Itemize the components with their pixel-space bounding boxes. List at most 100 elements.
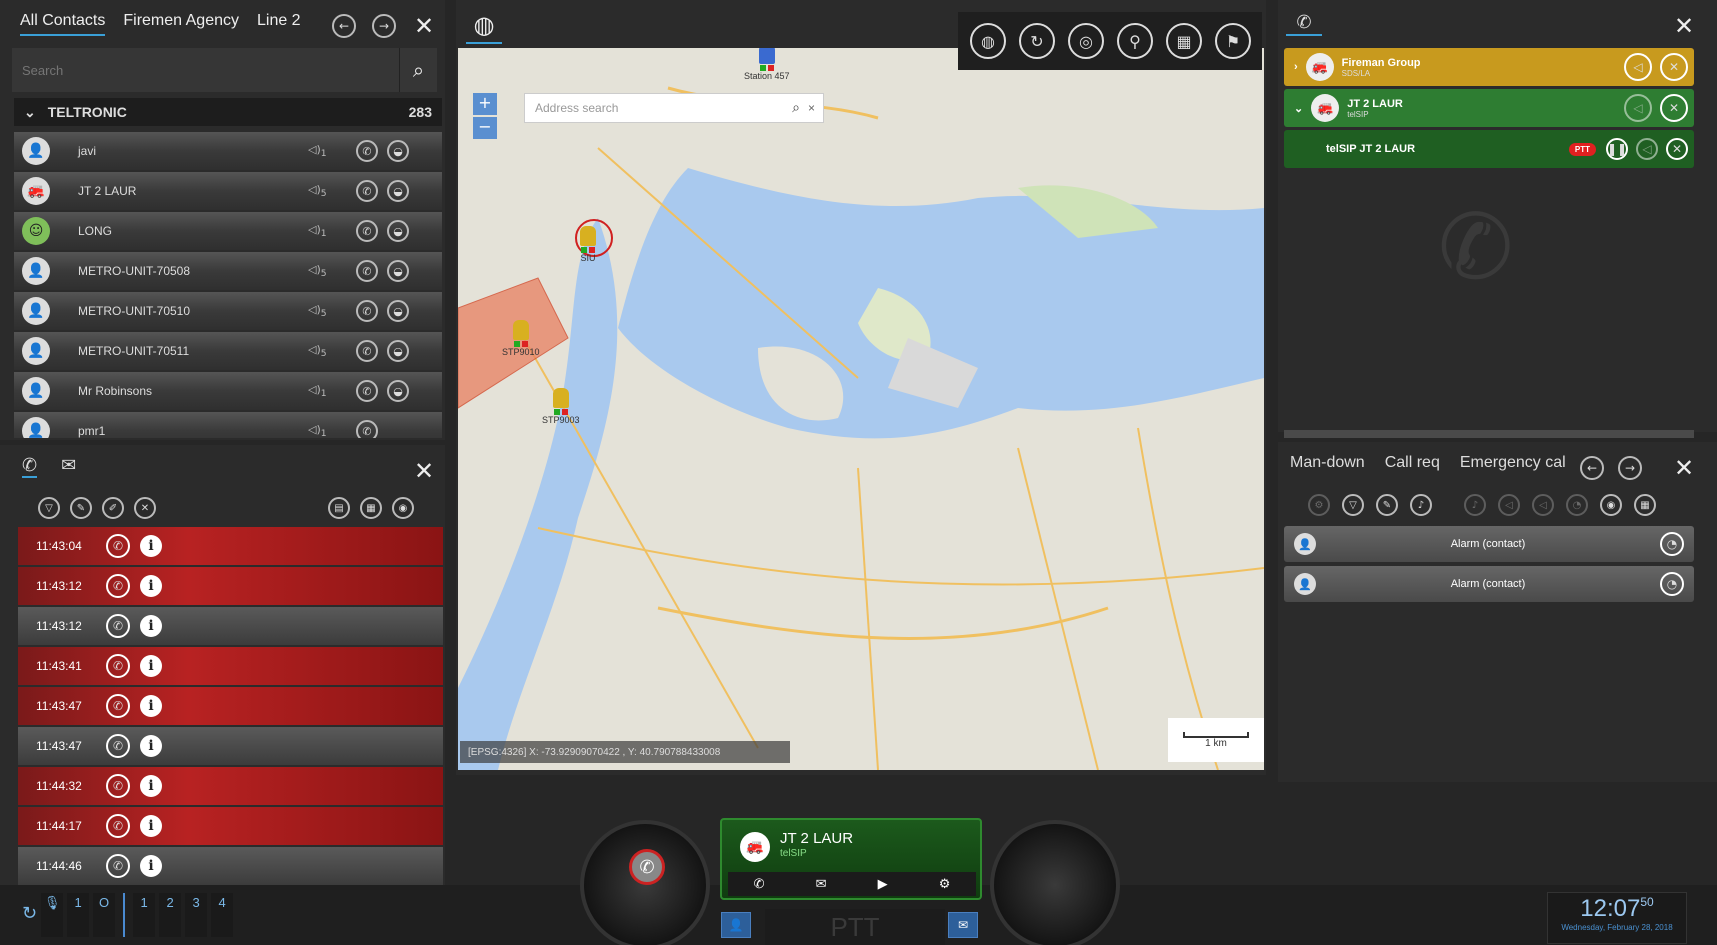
log-row[interactable]: 11:43:47 ✆ i <box>18 687 443 725</box>
mute-icon[interactable]: ◁ <box>1498 494 1520 516</box>
callback-icon[interactable]: ✆ <box>106 814 130 838</box>
left-dial[interactable]: ✆ <box>580 820 710 945</box>
callback-icon[interactable]: ✆ <box>106 574 130 598</box>
contact-row[interactable]: 👤 METRO-UNIT-70510 ◁)5 ✆ ◒ <box>14 292 442 330</box>
phone-tab-icon[interactable]: ✆ <box>1286 10 1322 36</box>
hangup-icon[interactable]: ✕ <box>1660 94 1688 122</box>
grid-icon[interactable]: ▦ <box>1166 23 1202 59</box>
gear-icon[interactable]: ⚙ <box>939 877 951 892</box>
call-icon[interactable]: ✆ <box>356 420 378 438</box>
call-row-jt2laur[interactable]: ⌄ 🚒 JT 2 LAUR telSIP ◁ ✕ <box>1284 89 1694 127</box>
map-marker[interactable]: SIU <box>580 226 596 263</box>
close-contacts-icon[interactable]: ✕ <box>414 14 434 38</box>
pause-icon[interactable]: ❚❚ <box>1606 138 1628 160</box>
line-button[interactable]: 1 <box>67 893 90 937</box>
zoom-in-button[interactable]: + <box>473 93 497 115</box>
chevron-down-icon[interactable]: ⌄ <box>1294 102 1303 115</box>
users-map-icon[interactable]: ⚲ <box>1117 23 1153 59</box>
play-icon[interactable]: ▶ <box>878 877 888 892</box>
callback-icon[interactable]: ✆ <box>106 734 130 758</box>
call-icon[interactable]: ✆ <box>356 220 378 242</box>
log-row[interactable]: 11:44:17 ✆ i <box>18 807 443 845</box>
speaker-icon[interactable]: ◁ <box>1624 53 1652 81</box>
close-alarms-icon[interactable]: ✕ <box>1674 456 1694 480</box>
right-dial[interactable] <box>990 820 1120 945</box>
bell-icon[interactable]: ♪ <box>1464 494 1486 516</box>
message-tab-icon[interactable]: ✉ <box>61 455 76 478</box>
callback-icon[interactable]: ✆ <box>106 854 130 878</box>
clear-icon[interactable]: × <box>808 101 815 115</box>
settings-icon[interactable]: ⚙ <box>1308 494 1330 516</box>
mail-icon[interactable]: ✉ <box>816 877 827 892</box>
contact-row[interactable]: 👤 Mr Robinsons ◁)1 ✆ ◒ <box>14 372 442 410</box>
contact-row[interactable]: 👤 pmr1 ◁)1 ✆ <box>14 412 442 438</box>
call-icon[interactable]: ✆ <box>356 380 378 402</box>
ptt-icon[interactable]: ◒ <box>387 260 409 282</box>
info-icon[interactable]: i <box>140 655 162 677</box>
ptt-icon[interactable]: ◒ <box>387 220 409 242</box>
chevron-right-icon[interactable]: › <box>1294 61 1298 73</box>
ptt-button[interactable]: PTT <box>765 909 945 945</box>
filter-icon[interactable]: ▽ <box>38 497 60 519</box>
view-icon[interactable]: ◉ <box>392 497 414 519</box>
line-button[interactable]: 3 <box>185 893 208 937</box>
ptt-icon[interactable]: ◒ <box>387 140 409 162</box>
time-icon[interactable]: ◔ <box>1566 494 1588 516</box>
log-row[interactable]: 11:43:41 ✆ i <box>18 647 443 685</box>
contact-row[interactable]: 👤 METRO-UNIT-70511 ◁)5 ✆ ◒ <box>14 332 442 370</box>
log-row[interactable]: 11:44:32 ✆ i <box>18 767 443 805</box>
edit-icon[interactable]: ✎ <box>70 497 92 519</box>
contact-card-icon[interactable]: 👤 <box>721 912 751 938</box>
tab-man-down[interactable]: Man-down <box>1290 454 1365 472</box>
clear-icon[interactable]: ✕ <box>134 497 156 519</box>
alarm-action-icon[interactable]: ◔ <box>1660 572 1684 596</box>
tool-icon[interactable]: ✐ <box>102 497 124 519</box>
search-icon[interactable]: ⌕ <box>792 100 800 116</box>
call-icon[interactable]: ✆ <box>356 340 378 362</box>
prev-arrow-icon[interactable]: ← <box>332 14 356 38</box>
line-button[interactable]: 4 <box>211 893 234 937</box>
tab-all-contacts[interactable]: All Contacts <box>20 12 106 36</box>
hangup-icon[interactable]: ✕ <box>1666 138 1688 160</box>
mic-icon[interactable]: 🎙 <box>41 893 64 937</box>
log-row[interactable]: 11:43:04 ✆ i <box>18 527 443 565</box>
group-header[interactable]: ⌄ TELTRONIC 283 <box>14 98 442 126</box>
map-canvas[interactable]: + − Address search ⌕ × Station 457 SIU S… <box>458 48 1264 770</box>
alarm-row[interactable]: 👤 Alarm (contact) ◔ <box>1284 566 1694 602</box>
close-calls-icon[interactable]: ✕ <box>1674 14 1694 38</box>
panel-splitter[interactable] <box>1284 430 1694 438</box>
info-icon[interactable]: i <box>140 695 162 717</box>
ptt-icon[interactable]: ◒ <box>387 300 409 322</box>
list-icon[interactable]: ▦ <box>360 497 382 519</box>
list-icon[interactable]: ▦ <box>1634 494 1656 516</box>
next-arrow-icon[interactable]: → <box>1618 456 1642 480</box>
filter-icon[interactable]: ▽ <box>1342 494 1364 516</box>
info-icon[interactable]: i <box>140 535 162 557</box>
edit-icon[interactable]: ✎ <box>1376 494 1398 516</box>
search-icon[interactable]: ⌕ <box>399 48 437 92</box>
ptt-icon[interactable]: ◒ <box>387 340 409 362</box>
map-marker[interactable]: STP9010 <box>502 320 540 357</box>
call-row-fireman-group[interactable]: › 🚒 Fireman Group SDS/LA ◁ ✕ <box>1284 48 1694 86</box>
chat-icon[interactable]: ✉ <box>948 912 978 938</box>
sync-icon[interactable]: ↻ <box>22 903 37 924</box>
zoom-out-button[interactable]: − <box>473 117 497 139</box>
view-icon[interactable]: ◉ <box>1600 494 1622 516</box>
callback-icon[interactable]: ✆ <box>106 534 130 558</box>
target-icon[interactable]: ◎ <box>1068 23 1104 59</box>
contact-row[interactable]: 👤 javi ◁)1 ✆ ◒ <box>14 132 442 170</box>
info-icon[interactable]: i <box>140 735 162 757</box>
contact-row[interactable]: 👤 METRO-UNIT-70508 ◁)5 ✆ ◒ <box>14 252 442 290</box>
log-row[interactable]: 11:44:46 ✆ i <box>18 847 443 885</box>
callback-icon[interactable]: ✆ <box>106 614 130 638</box>
phone-knob-icon[interactable]: ✆ <box>629 849 665 885</box>
ptt-icon[interactable]: ◒ <box>387 380 409 402</box>
callback-icon[interactable]: ✆ <box>106 774 130 798</box>
call-icon[interactable]: ✆ <box>356 180 378 202</box>
globe-icon[interactable]: ◍ <box>970 23 1006 59</box>
contact-row[interactable]: ☺ LONG ◁)1 ✆ ◒ <box>14 212 442 250</box>
speaker-icon[interactable]: ◁ <box>1624 94 1652 122</box>
info-icon[interactable]: i <box>140 575 162 597</box>
map-marker[interactable]: Station 457 <box>744 48 790 81</box>
bell-icon[interactable]: ♪ <box>1410 494 1432 516</box>
